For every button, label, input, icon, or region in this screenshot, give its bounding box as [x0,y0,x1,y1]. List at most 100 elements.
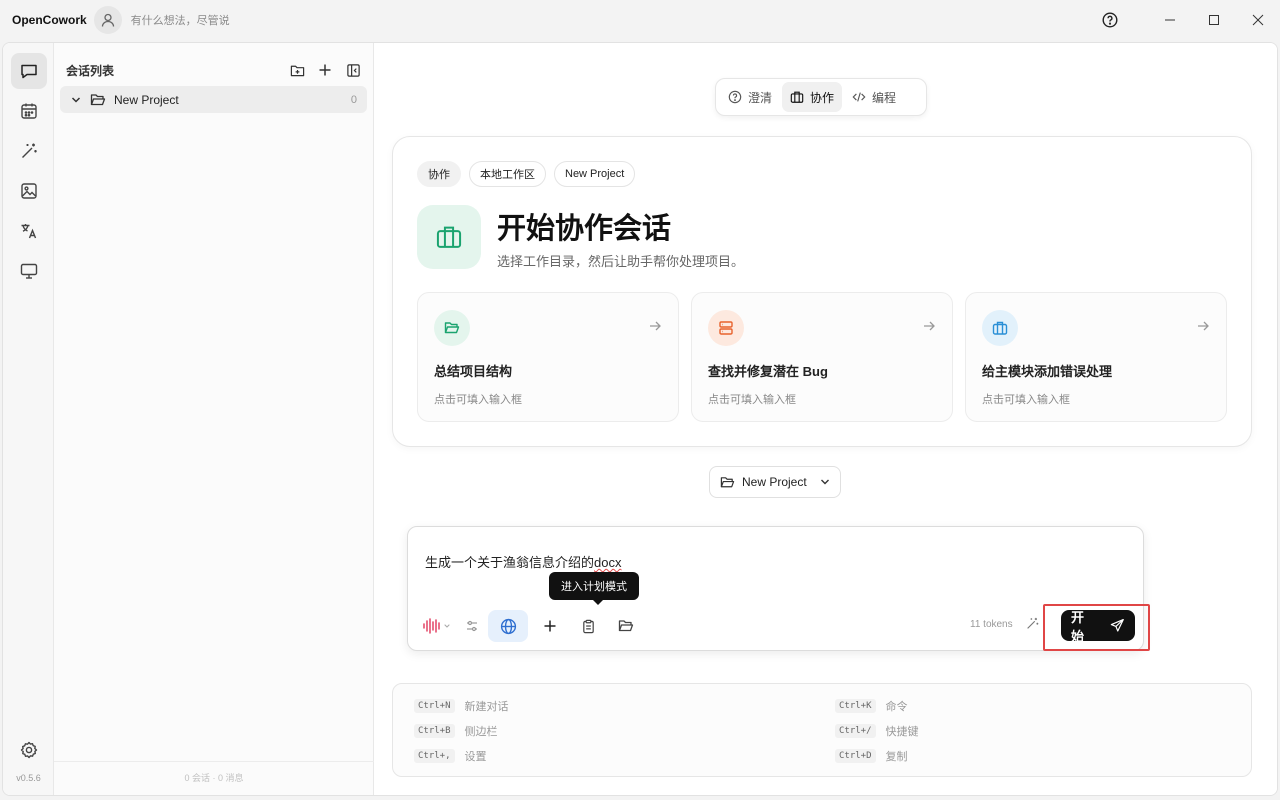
arrow-right-icon [924,321,935,331]
briefcase-icon [982,310,1018,346]
project-session-count: 0 [350,93,357,106]
minimize-button[interactable] [1150,0,1190,40]
start-button-label: 开始 [1071,609,1085,644]
suggestion-card-fix-bugs[interactable]: 查找并修复潜在 Bug 点击可填入输入框 [691,292,953,422]
page-title: 开始协作会话 [497,213,672,245]
help-icon[interactable] [1090,0,1130,40]
image-icon[interactable] [11,173,47,209]
app-name: OpenCowork [12,13,87,27]
shortcut-item: Ctrl+D 复制 [835,748,908,764]
page-subtitle: 选择工作目录，然后让助手帮你处理项目。 [497,254,745,269]
shortcut-item: Ctrl+N 新建对话 [414,698,509,714]
tab-code[interactable]: 编程 [844,82,904,112]
shortcut-key: Ctrl+, [414,749,455,763]
plan-mode-tooltip: 进入计划模式 [549,572,639,605]
sidebar-item-project[interactable]: New Project 0 [60,86,367,113]
suggestion-card-summarize[interactable]: 总结项目结构 点击可填入输入框 [417,292,679,422]
tab-clarify-label: 澄清 [748,90,773,105]
titlebar-hint[interactable]: 有什么想法，尽管说 [131,12,230,28]
shortcut-key: Ctrl+N [414,699,455,713]
arrow-right-icon [650,321,661,331]
start-button[interactable]: 开始 [1061,610,1135,644]
session-sidebar: 会话列表 New Project 0 0 会话 · 0 消息 [54,43,374,795]
translate-icon[interactable] [11,213,47,249]
project-selector[interactable]: New Project [709,466,841,498]
suggestion-title: 给主模块添加错误处理 [982,364,1113,379]
collapse-sidebar-icon[interactable] [344,61,362,79]
folder-open-icon [720,476,735,487]
composer-toolbar [418,610,642,642]
close-button[interactable] [1238,0,1278,40]
shortcut-label: 新建对话 [464,701,509,713]
tab-code-label: 编程 [872,90,897,105]
gear-icon[interactable] [11,732,47,768]
suggestion-title: 总结项目结构 [434,364,513,379]
sliders-icon[interactable] [456,610,488,642]
suggestion-title: 查找并修复潜在 Bug [708,364,828,379]
message-composer[interactable]: 生成一个关于渔翁信息介绍的docx 进入计划模式 11 tokens 开始 [407,526,1150,651]
send-icon [1111,618,1125,632]
plan-mode-clipboard-icon[interactable] [572,610,604,642]
tab-collaborate[interactable]: 协作 [782,82,843,112]
shortcut-label: 设置 [464,751,487,763]
tag-mode: 协作 [417,161,461,187]
code-icon [852,92,866,102]
keyboard-shortcuts-panel: Ctrl+N 新建对话 Ctrl+K 命令 Ctrl+B 侧边栏 Ctrl+/ … [392,683,1252,777]
new-chat-icon[interactable] [316,61,334,79]
folder-icon[interactable] [610,610,642,642]
tag-workspace: 本地工作区 [469,161,546,187]
voice-wave-icon[interactable] [418,610,456,642]
new-folder-icon[interactable] [288,61,306,79]
context-tags: 协作 本地工作区 New Project [417,161,636,187]
tag-project: New Project [554,161,636,187]
maximize-button[interactable] [1194,0,1234,40]
suggestion-hint: 点击可填入输入框 [434,394,522,406]
add-attachment-icon[interactable] [534,610,566,642]
folder-open-icon [434,310,470,346]
shortcut-key: Ctrl+D [835,749,876,763]
message-text: 生成一个关于渔翁信息介绍的 [425,555,595,570]
title-bar: OpenCowork 有什么想法，尽管说 [0,0,1280,40]
chat-icon[interactable] [11,53,47,89]
arrow-right-icon [1198,321,1209,331]
magic-wand-icon[interactable] [1025,616,1040,631]
project-selector-label: New Project [742,475,807,489]
shortcut-item: Ctrl+/ 快捷键 [835,723,919,739]
misspelled-word: docx [594,555,622,570]
tab-clarify[interactable]: 澄清 [720,82,780,112]
calendar-icon[interactable] [11,93,47,129]
briefcase-icon [790,91,804,103]
shortcut-key: Ctrl+B [414,724,455,738]
shortcut-item: Ctrl+, 设置 [414,748,487,764]
user-icon[interactable] [93,6,122,34]
shortcut-label: 复制 [885,751,908,763]
tab-collaborate-label: 协作 [810,90,835,105]
shortcut-item: Ctrl+K 命令 [835,698,908,714]
shortcut-key: Ctrl+/ [835,724,876,738]
project-name: New Project [114,92,179,107]
monitor-icon[interactable] [11,253,47,289]
shortcut-item: Ctrl+B 侧边栏 [414,723,498,739]
suggestion-hint: 点击可填入输入框 [982,394,1070,406]
version-label: v0.5.6 [16,773,41,783]
main-panel: 澄清 协作 编程 协作 本地工作区 New Project 开始协作会话 选择工… [375,43,1277,795]
suggestion-card-error-handling[interactable]: 给主模块添加错误处理 点击可填入输入框 [965,292,1227,422]
message-input[interactable]: 生成一个关于渔翁信息介绍的docx [425,552,621,571]
question-circle-icon [728,90,742,104]
magic-wand-icon[interactable] [11,133,47,169]
shortcut-label: 侧边栏 [464,726,498,738]
token-count: 11 tokens [970,619,1013,630]
shortcut-label: 命令 [885,701,908,713]
web-search-globe-icon[interactable] [488,610,528,642]
suggestion-hint: 点击可填入输入框 [708,394,796,406]
folder-open-icon [90,93,106,105]
chevron-down-icon[interactable] [71,95,81,105]
briefcase-icon [417,205,481,269]
shortcut-key: Ctrl+K [835,699,876,713]
sidebar-header: 会话列表 [66,61,362,79]
app-window: v0.5.6 会话列表 New Project 0 0 会话 · 0 消息 澄清… [2,42,1278,796]
icon-rail: v0.5.6 [3,43,54,795]
session-start-card: 协作 本地工作区 New Project 开始协作会话 选择工作目录，然后让助手… [392,136,1252,447]
server-icon [708,310,744,346]
sidebar-title: 会话列表 [66,63,115,78]
